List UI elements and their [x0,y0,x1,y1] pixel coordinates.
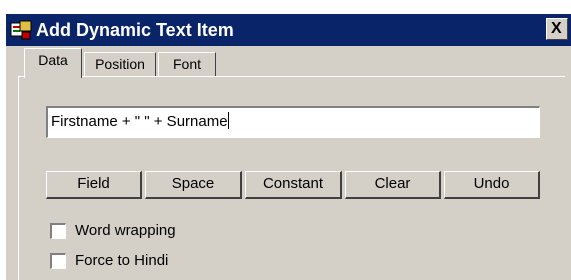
close-icon: X [551,20,562,37]
constant-button-label: Constant [262,175,324,192]
close-button[interactable]: X [546,18,568,40]
constant-button[interactable]: Constant [245,171,342,199]
field-button-label: Field [77,175,110,192]
expression-input[interactable]: Firstname + " " + Surname [46,106,540,138]
tab-position-label: Position [95,56,145,72]
expression-value: Firstname + " " + Surname [51,113,228,130]
tab-font-label: Font [172,56,201,72]
tab-font[interactable]: Font [158,52,216,76]
tab-position[interactable]: Position [84,52,156,76]
undo-button-label: Undo [473,175,510,192]
space-button-label: Space [171,175,215,192]
title-bar[interactable]: Add Dynamic Text Item [6,14,571,46]
space-button[interactable]: Space [145,171,242,199]
app-icon [10,20,32,40]
tab-data[interactable]: Data [24,48,82,78]
clear-button-label: Clear [374,175,411,192]
tab-data-label: Data [38,52,68,68]
force-to-hindi-checkbox[interactable] [50,253,66,269]
word-wrapping-checkbox[interactable] [50,223,66,239]
word-wrapping-label[interactable]: Word wrapping [75,222,176,240]
force-to-hindi-label[interactable]: Force to Hindi [75,252,168,270]
undo-button[interactable]: Undo [444,171,540,199]
field-button[interactable]: Field [46,171,142,199]
window-title: Add Dynamic Text Item [36,20,234,40]
text-caret [227,112,229,129]
clear-button[interactable]: Clear [345,171,441,199]
